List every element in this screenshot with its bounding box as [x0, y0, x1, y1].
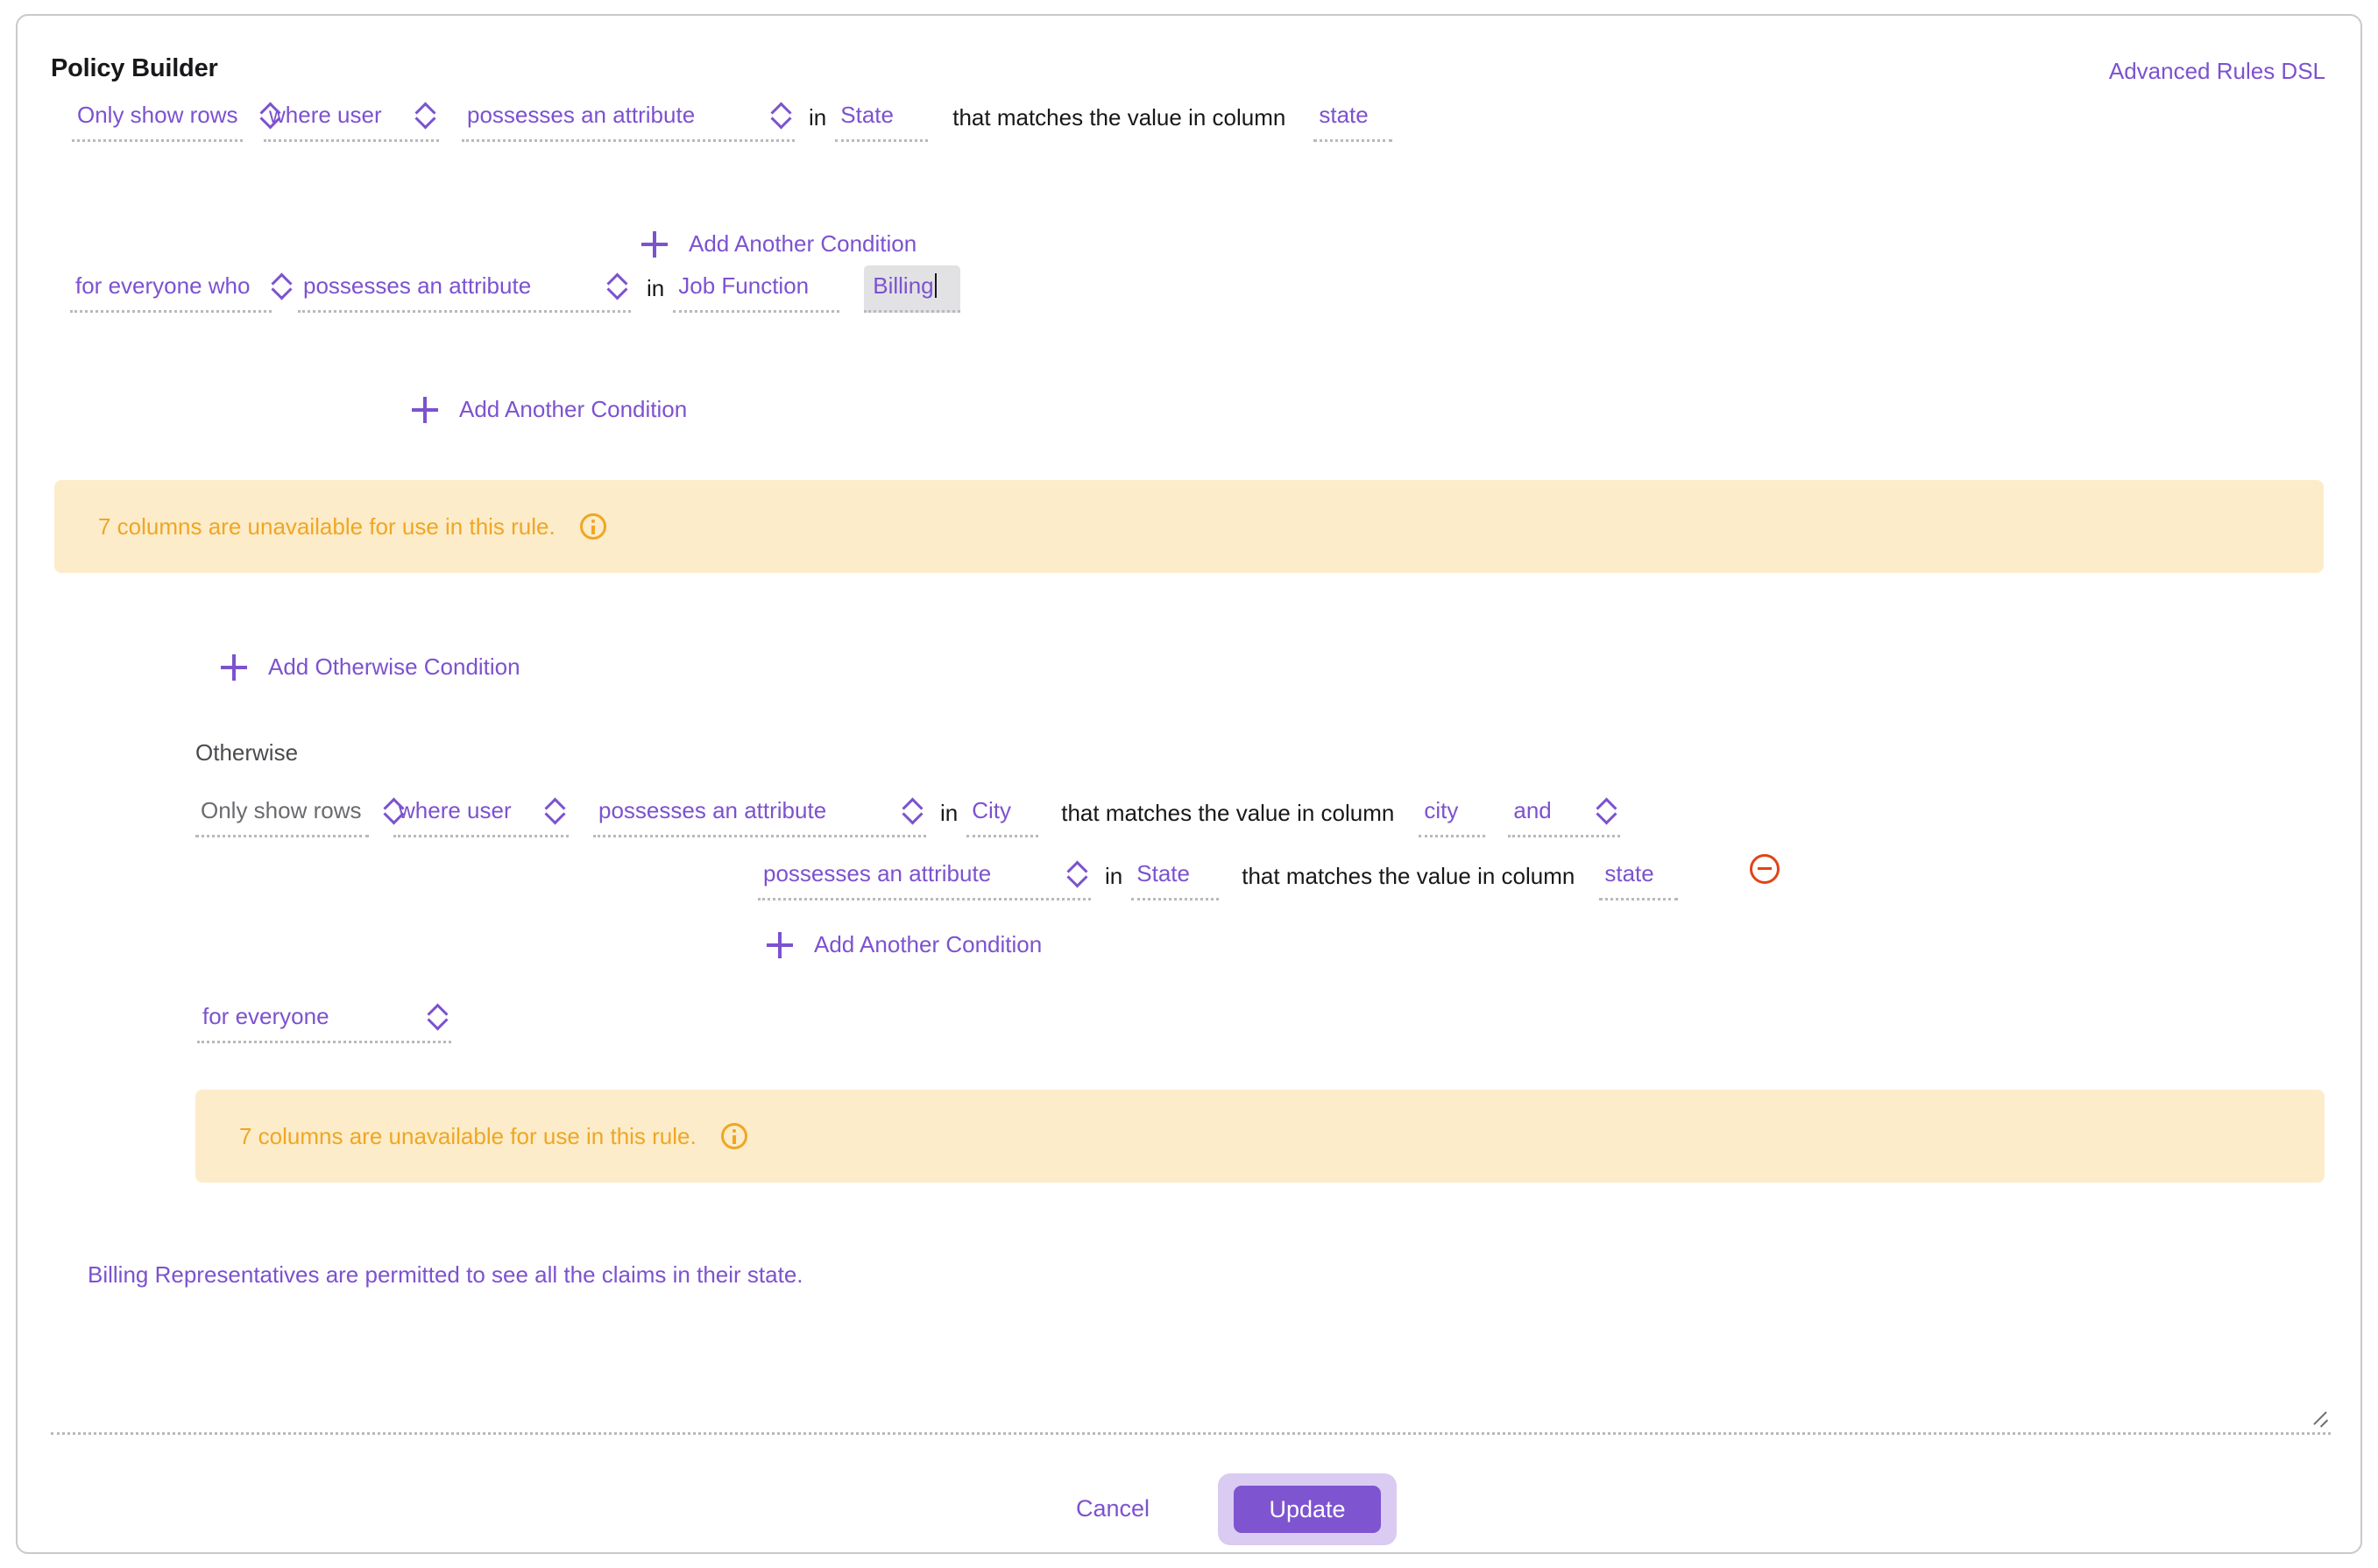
advanced-rules-dsl-link[interactable]: Advanced Rules DSL: [2109, 58, 2325, 85]
chevron-updown-icon: [772, 102, 789, 129]
add-another-condition-2-label: Add Another Condition: [459, 396, 687, 423]
rule1-column-field[interactable]: state: [1313, 102, 1392, 142]
chevron-updown-icon: [1597, 798, 1615, 824]
otherwise-everyone-label: for everyone: [202, 1003, 329, 1030]
rule-description-textarea[interactable]: Billing Representatives are permitted to…: [51, 1233, 2331, 1435]
page-title: Policy Builder: [51, 54, 218, 83]
otherwise-row-a: Only show rows where user possesses an a…: [195, 797, 1620, 837]
otherwise-a-match-text: that matches the value in column: [1038, 800, 1403, 837]
rule2-scope-label: for everyone who: [75, 272, 250, 300]
warning-banner-2: 7 columns are unavailable for use in thi…: [195, 1090, 2325, 1183]
add-another-condition-3-label: Add Another Condition: [814, 931, 1042, 958]
otherwise-b-attribute-field[interactable]: State: [1131, 860, 1219, 901]
plus-icon: [641, 231, 668, 258]
otherwise-label: Otherwise: [195, 739, 298, 766]
rule2-scope-select[interactable]: for everyone who: [70, 272, 272, 313]
otherwise-b-column-field[interactable]: state: [1599, 860, 1678, 901]
rule1-subject-select[interactable]: where user: [264, 102, 439, 142]
rule-description-value: Billing Representatives are permitted to…: [88, 1261, 803, 1289]
policy-builder-card: Policy Builder Advanced Rules DSL Only s…: [16, 14, 2362, 1554]
resize-handle-icon[interactable]: [2310, 1406, 2329, 1425]
plus-icon: [767, 932, 793, 958]
chevron-updown-icon: [903, 798, 921, 824]
otherwise-b-match-text: that matches the value in column: [1219, 863, 1583, 901]
add-another-condition-2[interactable]: Add Another Condition: [412, 396, 687, 423]
otherwise-a-subject-label: where user: [399, 797, 512, 824]
chevron-updown-icon: [428, 1004, 446, 1030]
rule2-value-text: Billing: [873, 272, 933, 299]
update-button-focus-ring: Update: [1218, 1473, 1397, 1545]
circle-minus-icon[interactable]: [1750, 854, 1780, 884]
rule2-predicate-label: possesses an attribute: [303, 272, 531, 300]
otherwise-everyone-row: for everyone: [197, 1003, 451, 1043]
card-header: Policy Builder Advanced Rules DSL: [18, 16, 2360, 112]
add-another-condition-1[interactable]: Add Another Condition: [641, 230, 917, 258]
text-caret: [935, 273, 937, 298]
rule2-in-label: in: [631, 275, 673, 313]
chevron-updown-icon: [272, 273, 290, 300]
otherwise-a-conjunction-label: and: [1513, 797, 1551, 824]
rule1-predicate-label: possesses an attribute: [467, 102, 695, 129]
rule-row-2: for everyone who possesses an attribute …: [70, 265, 960, 313]
info-icon[interactable]: [721, 1123, 747, 1149]
add-otherwise-condition-label: Add Otherwise Condition: [268, 653, 520, 681]
rule-row-1: Only show rows where user possesses an a…: [72, 102, 1392, 142]
rule2-attribute-field[interactable]: Job Function: [673, 272, 839, 313]
otherwise-a-column-field[interactable]: city: [1419, 797, 1485, 837]
warning-banner-1: 7 columns are unavailable for use in thi…: [54, 480, 2324, 573]
otherwise-everyone-select[interactable]: for everyone: [197, 1003, 451, 1043]
rule1-in-label: in: [795, 104, 835, 142]
add-another-condition-1-label: Add Another Condition: [689, 230, 917, 258]
otherwise-row-b: possesses an attribute in State that mat…: [758, 860, 1678, 901]
otherwise-a-predicate-label: possesses an attribute: [598, 797, 826, 824]
plus-icon: [221, 654, 247, 681]
chevron-updown-icon: [546, 798, 563, 824]
chevron-updown-icon: [1068, 861, 1086, 887]
rule2-value-input[interactable]: Billing: [864, 265, 960, 313]
chevron-updown-icon: [608, 273, 626, 300]
rule1-scope-label: Only show rows: [77, 102, 238, 129]
info-icon[interactable]: [580, 513, 606, 540]
otherwise-b-predicate-select[interactable]: possesses an attribute: [758, 860, 1091, 901]
otherwise-b-in-label: in: [1091, 863, 1131, 901]
warning-banner-2-text: 7 columns are unavailable for use in thi…: [239, 1123, 697, 1150]
add-another-condition-3[interactable]: Add Another Condition: [767, 931, 1042, 958]
otherwise-a-attribute-field[interactable]: City: [966, 797, 1038, 837]
rule1-attribute-field[interactable]: State: [835, 102, 928, 142]
plus-icon: [412, 397, 438, 423]
rule1-match-text: that matches the value in column: [928, 104, 1294, 142]
otherwise-a-scope-label: Only show rows: [201, 797, 362, 824]
rule1-subject-label: where user: [269, 102, 382, 129]
chevron-updown-icon: [416, 102, 434, 129]
otherwise-a-scope-select[interactable]: Only show rows: [195, 797, 369, 837]
rule2-predicate-select[interactable]: possesses an attribute: [298, 272, 631, 313]
otherwise-b-predicate-label: possesses an attribute: [763, 860, 991, 887]
rule1-predicate-select[interactable]: possesses an attribute: [462, 102, 795, 142]
otherwise-a-predicate-select[interactable]: possesses an attribute: [593, 797, 926, 837]
warning-banner-1-text: 7 columns are unavailable for use in thi…: [98, 513, 556, 540]
add-otherwise-condition[interactable]: Add Otherwise Condition: [221, 653, 520, 681]
otherwise-a-conjunction-select[interactable]: and: [1508, 797, 1620, 837]
otherwise-a-subject-select[interactable]: where user: [393, 797, 569, 837]
cancel-button[interactable]: Cancel: [1076, 1495, 1150, 1522]
update-button[interactable]: Update: [1234, 1486, 1381, 1533]
otherwise-a-in-label: in: [926, 800, 966, 837]
rule1-scope-select[interactable]: Only show rows: [72, 102, 243, 142]
